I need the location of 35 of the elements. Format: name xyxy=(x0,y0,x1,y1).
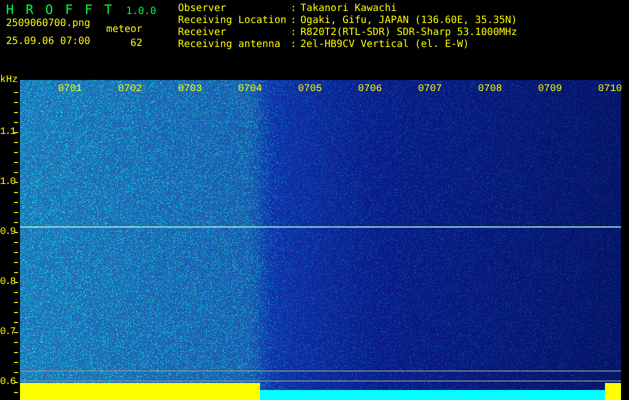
info-label: Receiver xyxy=(178,27,228,39)
time-label: 0708 xyxy=(478,84,502,95)
axis-tick-label: 0.8 xyxy=(0,277,16,288)
info-label: Receiving antenna xyxy=(178,39,282,51)
separator-colon: : xyxy=(290,39,296,51)
axis-tick-label: 1.1 xyxy=(0,127,16,138)
time-label: 0709 xyxy=(538,84,562,95)
count-label: meteor xyxy=(106,24,142,36)
time-label: 0703 xyxy=(178,84,202,95)
separator-colon: : xyxy=(290,15,296,27)
axis-tick-label: 1.0 xyxy=(0,177,16,188)
time-label: 0701 xyxy=(58,84,82,95)
time-label: 0707 xyxy=(418,84,442,95)
info-value: Ogaki, Gifu, JAPAN (136.60E, 35.35N) xyxy=(300,15,518,27)
separator-colon: : xyxy=(290,27,296,39)
time-label: 0706 xyxy=(358,84,382,95)
axis-tick-label: 0.6 xyxy=(0,377,16,388)
info-value: R820T2(RTL-SDR) SDR-Sharp 53.1000MHz xyxy=(300,27,518,39)
datetime-label: 25.09.06 07:00 xyxy=(6,36,90,48)
filename-label: 2509060700.png xyxy=(6,18,90,30)
axis-tick-label: 0.7 xyxy=(0,327,16,338)
time-label: 0702 xyxy=(118,84,142,95)
time-label: 0705 xyxy=(298,84,322,95)
time-label: 0704 xyxy=(238,84,262,95)
info-label: Receiving Location xyxy=(178,15,286,27)
time-label: 0710 xyxy=(598,84,622,95)
version-label: 1.0.0 xyxy=(126,6,156,17)
meteor-count: 62 xyxy=(130,38,142,50)
info-value: Takanori Kawachi xyxy=(300,3,398,15)
info-value: 2el-HB9CV Vertical (el. E-W) xyxy=(300,39,470,51)
axis-unit-label: kHz xyxy=(0,75,18,86)
app-title: H R O F F T xyxy=(6,3,114,18)
info-label: Observer xyxy=(178,3,228,15)
axis-tick-label: 0.9 xyxy=(0,227,16,238)
separator-colon: : xyxy=(290,3,296,15)
